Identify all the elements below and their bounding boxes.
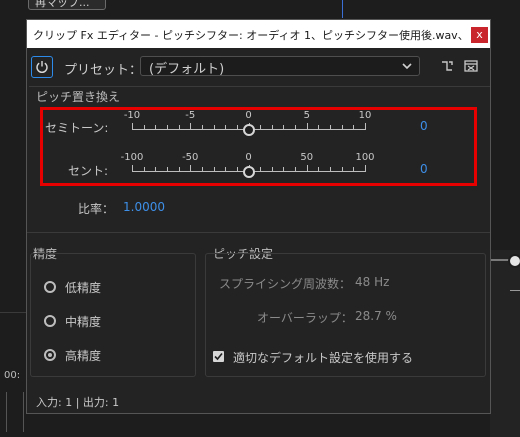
chevron-down-icon bbox=[402, 63, 412, 70]
preset-toolbar: プリセット： (デフォルト) bbox=[27, 48, 490, 90]
radio-label-high-precision[interactable]: 高精度 bbox=[65, 347, 101, 364]
radio-high-precision[interactable] bbox=[44, 349, 56, 361]
preset-dropdown[interactable]: (デフォルト) bbox=[140, 56, 420, 77]
splicing-frequency-value: 48 Hz bbox=[355, 275, 390, 289]
preset-label: プリセット： bbox=[64, 63, 143, 78]
routing-icon[interactable] bbox=[440, 59, 454, 73]
overlap-value: 28.7 % bbox=[355, 309, 397, 323]
section-divider bbox=[27, 232, 490, 233]
background-slider-knob[interactable] bbox=[508, 254, 520, 268]
ratio-label: 比率： bbox=[78, 202, 115, 216]
checkmark-icon bbox=[214, 352, 223, 361]
io-status: 入力: 1 | 出力: 1 bbox=[36, 396, 120, 409]
splicing-frequency-label: スプライシング周波数： bbox=[219, 277, 352, 291]
ratio-value: 1.0000 bbox=[123, 200, 165, 214]
radio-label-medium-precision[interactable]: 中精度 bbox=[65, 313, 101, 330]
timeline-timecode: 00: bbox=[4, 370, 21, 381]
default-settings-checkbox[interactable] bbox=[213, 351, 224, 362]
power-toggle-button[interactable] bbox=[31, 56, 53, 78]
background-divider bbox=[0, 312, 28, 313]
radio-low-precision[interactable] bbox=[44, 281, 56, 293]
radio-medium-precision[interactable] bbox=[44, 315, 56, 327]
overlap-label: オーバーラップ： bbox=[257, 311, 353, 325]
title-bar[interactable]: クリップ Fx エディター - ピッチシフター: オーディオ 1、ピッチシフター… bbox=[27, 20, 490, 48]
precision-group: 低精度 中精度 高精度 bbox=[30, 253, 196, 377]
background-panel bbox=[490, 250, 520, 437]
power-icon bbox=[36, 61, 48, 74]
highlight-box bbox=[40, 107, 477, 186]
clip-fx-editor-dialog: クリップ Fx エディター - ピッチシフター: オーディオ 1、ピッチシフター… bbox=[26, 19, 491, 414]
pitch-transpose-title: ピッチ置き換え bbox=[36, 90, 121, 104]
panel-icon[interactable] bbox=[464, 59, 478, 72]
preset-value: (デフォルト) bbox=[149, 62, 225, 77]
pitch-settings-group: スプライシング周波数： 48 Hz オーバーラップ： 28.7 % 適切なデフォ… bbox=[205, 253, 486, 377]
radio-label-low-precision[interactable]: 低精度 bbox=[65, 279, 101, 296]
background-button[interactable]: 再マッブ... bbox=[28, 0, 106, 10]
close-button[interactable]: x bbox=[471, 27, 488, 43]
background-corner-icon bbox=[510, 280, 520, 291]
playhead-line bbox=[342, 0, 343, 18]
level-meter bbox=[6, 392, 24, 432]
default-settings-label[interactable]: 適切なデフォルト設定を使用する bbox=[233, 349, 413, 366]
dialog-title: クリップ Fx エディター - ピッチシフター: オーディオ 1、ピッチシフター… bbox=[33, 29, 469, 42]
